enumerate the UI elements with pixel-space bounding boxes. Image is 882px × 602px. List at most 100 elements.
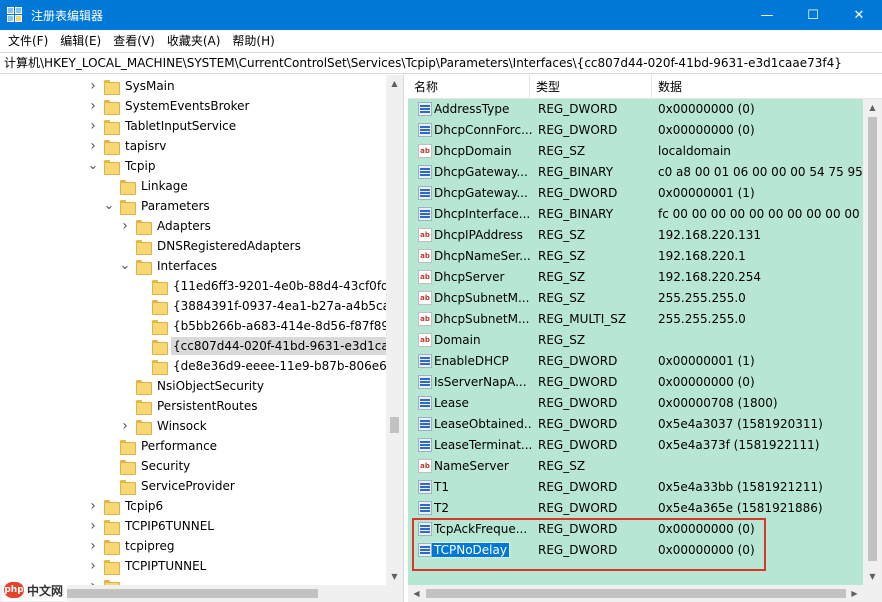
tree-item[interactable]: ⌄ Tcpip: [88, 156, 157, 176]
value-row[interactable]: T1 REG_DWORD 0x5e4a33bb (1581921211): [408, 477, 863, 498]
value-data: 192.168.220.131: [658, 228, 762, 242]
values-scroll-thumb[interactable]: [868, 117, 877, 561]
address-bar[interactable]: 计算机\HKEY_LOCAL_MACHINE\SYSTEM\CurrentCon…: [0, 52, 882, 74]
tree-item[interactable]: › TCPIPTUNNEL: [88, 556, 208, 576]
value-row[interactable]: ab DhcpNameSer... REG_SZ 192.168.220.1: [408, 246, 863, 267]
scroll-up-icon[interactable]: ▲: [386, 75, 403, 92]
value-row[interactable]: DhcpInterface... REG_BINARY fc 00 00 00 00…: [408, 204, 863, 225]
value-row[interactable]: LeaseObtained... REG_DWORD 0x5e4a3037 (158…: [408, 414, 863, 435]
value-row[interactable]: T2 REG_DWORD 0x5e4a365e (1581921886): [408, 498, 863, 519]
menu-view[interactable]: 查看(V): [107, 30, 161, 52]
tree-item[interactable]: › Tcpip6: [88, 496, 165, 516]
value-row[interactable]: IsServerNapA... REG_DWORD 0x00000000 (0): [408, 372, 863, 393]
tree-item-label: {cc807d44-020f-41bd-9631-e3d1caae: [171, 337, 404, 355]
string-value-icon: ab: [418, 312, 432, 326]
tree-item[interactable]: › tapisrv: [88, 136, 168, 156]
value-row[interactable]: EnableDHCP REG_DWORD 0x00000001 (1): [408, 351, 863, 372]
tree-item[interactable]: › Winsock: [120, 416, 209, 436]
tree-item[interactable]: NsiObjectSecurity: [120, 376, 266, 396]
tree-item[interactable]: › SystemEventsBroker: [88, 96, 251, 116]
tree-item[interactable]: › TCPIP6TUNNEL: [88, 516, 216, 536]
maximize-button[interactable]: ☐: [790, 0, 836, 30]
tree-item[interactable]: ServiceProvider: [104, 476, 237, 496]
value-row[interactable]: Lease REG_DWORD 0x00000708 (1800): [408, 393, 863, 414]
tree-vertical-scrollbar[interactable]: ▲ ▼: [386, 75, 403, 585]
value-row[interactable]: AddressType REG_DWORD 0x00000000 (0): [408, 99, 863, 120]
menu-favorites[interactable]: 收藏夹(A): [161, 30, 227, 52]
value-row[interactable]: ab DhcpSubnetM... REG_MULTI_SZ 255.255.255.…: [408, 309, 863, 330]
tree-item[interactable]: {3884391f-0937-4ea1-b27a-a4b5caf7: [136, 296, 403, 316]
chevron-right-icon[interactable]: ›: [88, 116, 98, 136]
tree-item[interactable]: DNSRegisteredAdapters: [120, 236, 303, 256]
chevron-right-icon[interactable]: ›: [120, 416, 130, 436]
tree-item[interactable]: Security: [104, 456, 192, 476]
scroll-down-icon[interactable]: ▼: [386, 568, 403, 585]
tree-item-label: Interfaces: [157, 259, 217, 273]
value-name: Domain: [434, 333, 481, 347]
minimize-button[interactable]: —: [744, 0, 790, 30]
value-row[interactable]: DhcpConnForc... REG_DWORD 0x00000000 (0): [408, 120, 863, 141]
folder-icon: [104, 159, 120, 175]
chevron-right-icon[interactable]: ›: [88, 516, 98, 536]
tree-item[interactable]: Performance: [104, 436, 219, 456]
value-type: REG_SZ: [538, 333, 586, 347]
tree-item[interactable]: › Adapters: [120, 216, 213, 236]
values-horizontal-scrollbar[interactable]: ◀ ▶: [408, 585, 882, 602]
values-vertical-scrollbar[interactable]: ▲ ▼: [863, 99, 882, 585]
tree-item-label: {3884391f-0937-4ea1-b27a-a4b5caf7: [173, 299, 402, 313]
tree-item[interactable]: PersistentRoutes: [120, 396, 259, 416]
chevron-right-icon[interactable]: ›: [88, 76, 98, 96]
column-header-data[interactable]: 数据: [652, 75, 882, 99]
column-header-type[interactable]: 类型: [530, 75, 652, 99]
scroll-up-icon[interactable]: ▲: [863, 99, 882, 116]
value-type: REG_DWORD: [538, 375, 618, 389]
value-row[interactable]: TCPNoDelay REG_DWORD 0x00000000 (0): [408, 540, 863, 561]
scroll-down-icon[interactable]: ▼: [863, 568, 882, 585]
tree-scroll-thumb[interactable]: [390, 417, 399, 433]
scroll-right-icon[interactable]: ▶: [846, 585, 863, 602]
chevron-right-icon[interactable]: ›: [88, 96, 98, 116]
value-row[interactable]: ab DhcpIPAddress REG_SZ 192.168.220.131: [408, 225, 863, 246]
tree-item[interactable]: › tcpipreg: [88, 536, 177, 556]
scroll-left-icon[interactable]: ◀: [408, 585, 425, 602]
column-header-name[interactable]: 名称: [408, 75, 530, 99]
menu-file[interactable]: 文件(F): [2, 30, 54, 52]
tree-item[interactable]: ⌄ Interfaces: [120, 256, 219, 276]
value-row[interactable]: DhcpGateway... REG_BINARY c0 a8 00 01 06 0…: [408, 162, 863, 183]
string-value-icon: ab: [418, 459, 432, 473]
chevron-down-icon[interactable]: ⌄: [120, 256, 131, 276]
values-hscroll-thumb[interactable]: [426, 589, 846, 598]
tree-item[interactable]: Linkage: [104, 176, 190, 196]
tree-item-label: DNSRegisteredAdapters: [157, 239, 301, 253]
chevron-right-icon[interactable]: ›: [88, 136, 98, 156]
value-row[interactable]: ab Domain REG_SZ: [408, 330, 863, 351]
value-row[interactable]: ab NameServer REG_SZ: [408, 456, 863, 477]
value-row[interactable]: ab DhcpDomain REG_SZ localdomain: [408, 141, 863, 162]
chevron-right-icon[interactable]: ›: [88, 496, 98, 516]
tree-item[interactable]: ⌄ Parameters: [104, 196, 212, 216]
tree-item[interactable]: {de8e36d9-eeee-11e9-b87b-806e6f6: [136, 356, 401, 376]
close-button[interactable]: ✕: [836, 0, 882, 30]
menu-help[interactable]: 帮助(H): [226, 30, 280, 52]
chevron-right-icon[interactable]: ›: [88, 536, 98, 556]
value-row[interactable]: LeaseTerminat... REG_DWORD 0x5e4a373f (158…: [408, 435, 863, 456]
chevron-down-icon[interactable]: ⌄: [104, 196, 115, 216]
folder-icon: [136, 399, 152, 415]
value-row[interactable]: ab DhcpServer REG_SZ 192.168.220.254: [408, 267, 863, 288]
chevron-right-icon[interactable]: ›: [88, 556, 98, 576]
chevron-right-icon[interactable]: ›: [120, 216, 130, 236]
value-row[interactable]: DhcpGateway... REG_DWORD 0x00000001 (1): [408, 183, 863, 204]
tree-item[interactable]: {cc807d44-020f-41bd-9631-e3d1caae: [136, 336, 404, 356]
tree-item[interactable]: › SysMain: [88, 76, 177, 96]
tree-item[interactable]: › TabletInputService: [88, 116, 238, 136]
tree-item-label: TCPIPTUNNEL: [125, 559, 207, 573]
string-value-icon: ab: [418, 291, 432, 305]
tree-item[interactable]: {11ed6ff3-9201-4e0b-88d4-43cf0fd43: [136, 276, 403, 296]
value-row[interactable]: TcpAckFreque... REG_DWORD 0x00000000 (0): [408, 519, 863, 540]
tree-item[interactable]: {b5bb266b-a683-414e-8d56-f87f890e: [136, 316, 403, 336]
menu-edit[interactable]: 编辑(E): [54, 30, 107, 52]
value-row[interactable]: ab DhcpSubnetM... REG_SZ 255.255.255.0: [408, 288, 863, 309]
chevron-down-icon[interactable]: ⌄: [88, 156, 99, 176]
